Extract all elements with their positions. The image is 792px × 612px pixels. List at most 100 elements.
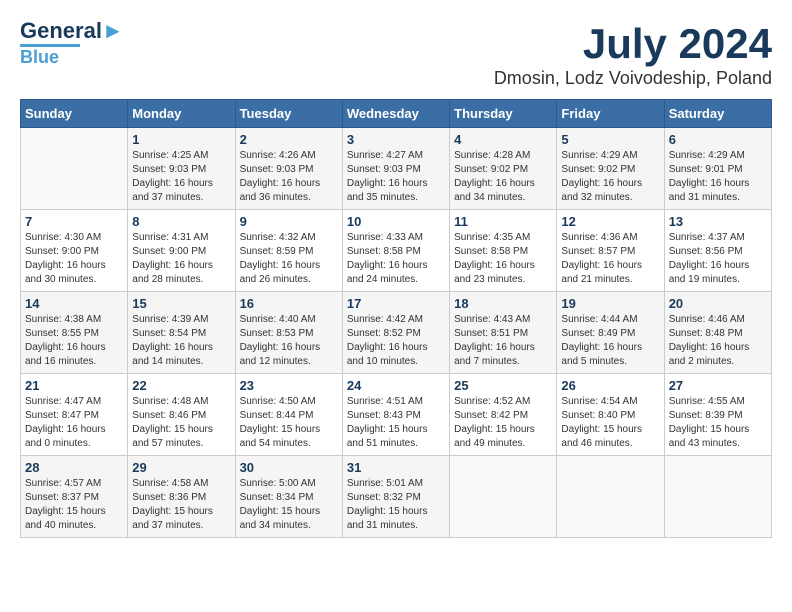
calendar-cell: 21 Sunrise: 4:47 AM Sunset: 8:47 PM Dayli…: [21, 374, 128, 456]
title-section: July 2024 Dmosin, Lodz Voivodeship, Pola…: [494, 20, 772, 89]
day-number: 31: [347, 460, 445, 475]
calendar-cell: 13 Sunrise: 4:37 AM Sunset: 8:56 PM Dayli…: [664, 210, 771, 292]
day-number: 4: [454, 132, 552, 147]
calendar-cell: 20 Sunrise: 4:46 AM Sunset: 8:48 PM Dayli…: [664, 292, 771, 374]
day-info: Sunrise: 4:44 AM Sunset: 8:49 PM Dayligh…: [561, 313, 659, 369]
calendar-table: SundayMondayTuesdayWednesdayThursdayFrid…: [20, 99, 772, 538]
day-number: 29: [132, 460, 230, 475]
day-number: 16: [240, 296, 338, 311]
day-number: 5: [561, 132, 659, 147]
day-number: 14: [25, 296, 123, 311]
day-number: 17: [347, 296, 445, 311]
day-number: 8: [132, 214, 230, 229]
calendar-cell: 25 Sunrise: 4:52 AM Sunset: 8:42 PM Dayli…: [450, 374, 557, 456]
calendar-week-2: 7 Sunrise: 4:30 AM Sunset: 9:00 PM Daylig…: [21, 210, 772, 292]
day-number: 24: [347, 378, 445, 393]
day-number: 27: [669, 378, 767, 393]
day-number: 3: [347, 132, 445, 147]
calendar-cell: 5 Sunrise: 4:29 AM Sunset: 9:02 PM Daylig…: [557, 128, 664, 210]
calendar-cell: 19 Sunrise: 4:44 AM Sunset: 8:49 PM Dayli…: [557, 292, 664, 374]
calendar-cell: 2 Sunrise: 4:26 AM Sunset: 9:03 PM Daylig…: [235, 128, 342, 210]
header: General► Blue July 2024 Dmosin, Lodz Voi…: [20, 20, 772, 89]
calendar-cell: [450, 456, 557, 538]
day-info: Sunrise: 4:33 AM Sunset: 8:58 PM Dayligh…: [347, 231, 445, 287]
calendar-cell: 6Sunrise: 4:29 AM Sunset: 9:01 PM Daylig…: [664, 128, 771, 210]
calendar-cell: [557, 456, 664, 538]
day-info: Sunrise: 4:39 AM Sunset: 8:54 PM Dayligh…: [132, 313, 230, 369]
column-header-saturday: Saturday: [664, 100, 771, 128]
calendar-cell: 7 Sunrise: 4:30 AM Sunset: 9:00 PM Daylig…: [21, 210, 128, 292]
day-number: 20: [669, 296, 767, 311]
day-info: Sunrise: 4:38 AM Sunset: 8:55 PM Dayligh…: [25, 313, 123, 369]
calendar-cell: 16Sunrise: 4:40 AM Sunset: 8:53 PM Dayli…: [235, 292, 342, 374]
day-number: 21: [25, 378, 123, 393]
day-number: 12: [561, 214, 659, 229]
day-number: 22: [132, 378, 230, 393]
calendar-cell: 1 Sunrise: 4:25 AM Sunset: 9:03 PM Daylig…: [128, 128, 235, 210]
logo-blue: Blue: [20, 47, 59, 68]
calendar-header-row: SundayMondayTuesdayWednesdayThursdayFrid…: [21, 100, 772, 128]
day-info: Sunrise: 4:43 AM Sunset: 8:51 PM Dayligh…: [454, 313, 552, 369]
day-info: Sunrise: 4:48 AM Sunset: 8:46 PM Dayligh…: [132, 395, 230, 451]
day-info: Sunrise: 4:37 AM Sunset: 8:56 PM Dayligh…: [669, 231, 767, 287]
day-number: 7: [25, 214, 123, 229]
day-info: Sunrise: 5:00 AM Sunset: 8:34 PM Dayligh…: [240, 477, 338, 533]
day-number: 13: [669, 214, 767, 229]
day-info: Sunrise: 4:52 AM Sunset: 8:42 PM Dayligh…: [454, 395, 552, 451]
day-info: Sunrise: 4:54 AM Sunset: 8:40 PM Dayligh…: [561, 395, 659, 451]
day-number: 11: [454, 214, 552, 229]
calendar-cell: 9 Sunrise: 4:32 AM Sunset: 8:59 PM Daylig…: [235, 210, 342, 292]
calendar-week-5: 28 Sunrise: 4:57 AM Sunset: 8:37 PM Dayli…: [21, 456, 772, 538]
column-header-thursday: Thursday: [450, 100, 557, 128]
day-number: 2: [240, 132, 338, 147]
day-info: Sunrise: 4:29 AM Sunset: 9:02 PM Dayligh…: [561, 149, 659, 205]
logo: General► Blue: [20, 20, 124, 68]
day-info: Sunrise: 4:32 AM Sunset: 8:59 PM Dayligh…: [240, 231, 338, 287]
day-number: 1: [132, 132, 230, 147]
day-info: Sunrise: 4:58 AM Sunset: 8:36 PM Dayligh…: [132, 477, 230, 533]
calendar-cell: 24 Sunrise: 4:51 AM Sunset: 8:43 PM Dayli…: [342, 374, 449, 456]
day-number: 10: [347, 214, 445, 229]
day-info: Sunrise: 4:46 AM Sunset: 8:48 PM Dayligh…: [669, 313, 767, 369]
calendar-cell: [664, 456, 771, 538]
day-number: 26: [561, 378, 659, 393]
column-header-wednesday: Wednesday: [342, 100, 449, 128]
calendar-cell: 17Sunrise: 4:42 AM Sunset: 8:52 PM Dayli…: [342, 292, 449, 374]
calendar-week-4: 21 Sunrise: 4:47 AM Sunset: 8:47 PM Dayli…: [21, 374, 772, 456]
day-info: Sunrise: 5:01 AM Sunset: 8:32 PM Dayligh…: [347, 477, 445, 533]
day-number: 15: [132, 296, 230, 311]
calendar-cell: 10 Sunrise: 4:33 AM Sunset: 8:58 PM Dayli…: [342, 210, 449, 292]
calendar-cell: 30Sunrise: 5:00 AM Sunset: 8:34 PM Dayli…: [235, 456, 342, 538]
day-number: 19: [561, 296, 659, 311]
logo-text: General►: [20, 20, 124, 42]
day-info: Sunrise: 4:27 AM Sunset: 9:03 PM Dayligh…: [347, 149, 445, 205]
day-number: 28: [25, 460, 123, 475]
day-info: Sunrise: 4:35 AM Sunset: 8:58 PM Dayligh…: [454, 231, 552, 287]
day-info: Sunrise: 4:55 AM Sunset: 8:39 PM Dayligh…: [669, 395, 767, 451]
day-info: Sunrise: 4:57 AM Sunset: 8:37 PM Dayligh…: [25, 477, 123, 533]
day-info: Sunrise: 4:31 AM Sunset: 9:00 PM Dayligh…: [132, 231, 230, 287]
calendar-cell: 23Sunrise: 4:50 AM Sunset: 8:44 PM Dayli…: [235, 374, 342, 456]
column-header-monday: Monday: [128, 100, 235, 128]
location-title: Dmosin, Lodz Voivodeship, Poland: [494, 68, 772, 89]
calendar-cell: 22 Sunrise: 4:48 AM Sunset: 8:46 PM Dayli…: [128, 374, 235, 456]
calendar-cell: [21, 128, 128, 210]
calendar-cell: 31 Sunrise: 5:01 AM Sunset: 8:32 PM Dayli…: [342, 456, 449, 538]
day-number: 6: [669, 132, 767, 147]
day-info: Sunrise: 4:51 AM Sunset: 8:43 PM Dayligh…: [347, 395, 445, 451]
day-number: 9: [240, 214, 338, 229]
column-header-tuesday: Tuesday: [235, 100, 342, 128]
day-info: Sunrise: 4:47 AM Sunset: 8:47 PM Dayligh…: [25, 395, 123, 451]
calendar-cell: 18 Sunrise: 4:43 AM Sunset: 8:51 PM Dayli…: [450, 292, 557, 374]
day-info: Sunrise: 4:36 AM Sunset: 8:57 PM Dayligh…: [561, 231, 659, 287]
day-number: 23: [240, 378, 338, 393]
day-info: Sunrise: 4:25 AM Sunset: 9:03 PM Dayligh…: [132, 149, 230, 205]
column-header-sunday: Sunday: [21, 100, 128, 128]
day-number: 25: [454, 378, 552, 393]
calendar-cell: 26 Sunrise: 4:54 AM Sunset: 8:40 PM Dayli…: [557, 374, 664, 456]
day-number: 18: [454, 296, 552, 311]
calendar-cell: 27 Sunrise: 4:55 AM Sunset: 8:39 PM Dayli…: [664, 374, 771, 456]
calendar-cell: 28 Sunrise: 4:57 AM Sunset: 8:37 PM Dayli…: [21, 456, 128, 538]
day-info: Sunrise: 4:26 AM Sunset: 9:03 PM Dayligh…: [240, 149, 338, 205]
day-info: Sunrise: 4:30 AM Sunset: 9:00 PM Dayligh…: [25, 231, 123, 287]
